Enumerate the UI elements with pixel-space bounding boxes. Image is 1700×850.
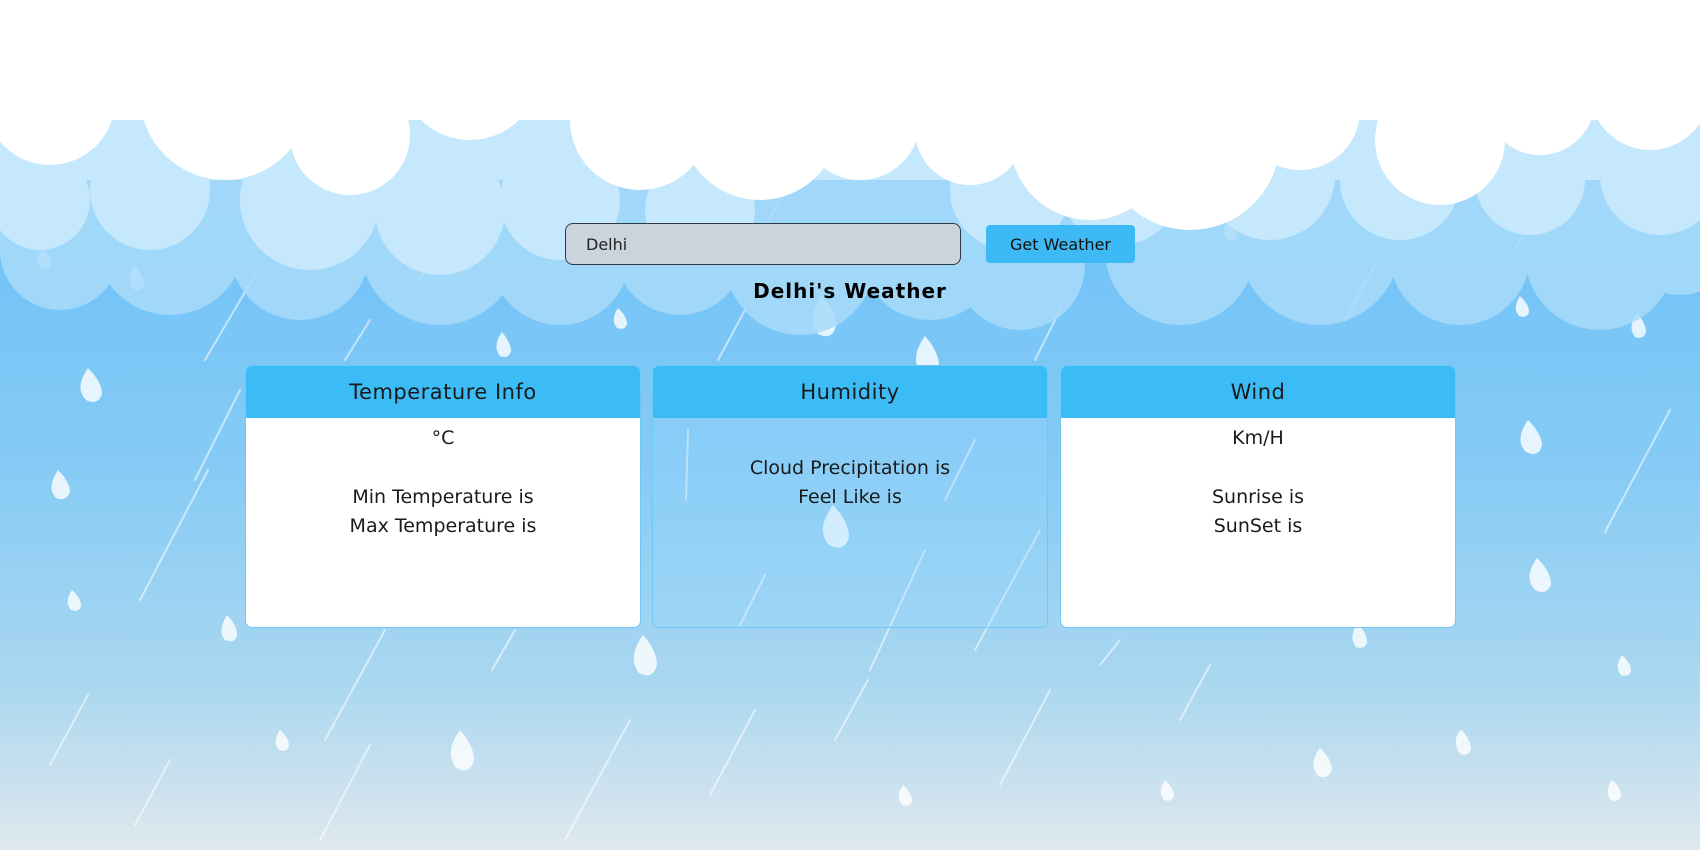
humidity-card: Humidity Cloud Precipitation is Feel Lik… — [652, 365, 1048, 628]
humidity-card-body: Cloud Precipitation is Feel Like is — [653, 424, 1047, 512]
wind-card: Wind Km/H Sunrise is SunSet is — [1060, 365, 1456, 628]
wind-card-body: Km/H Sunrise is SunSet is — [1061, 424, 1455, 541]
temperature-card-title: Temperature Info — [246, 366, 640, 418]
temperature-card-body: °C Min Temperature is Max Temperature is — [246, 424, 640, 541]
min-temperature-label: Min Temperature is — [352, 486, 534, 508]
cloud-precipitation-label: Cloud Precipitation is — [749, 457, 951, 479]
sunrise-label: Sunrise is — [1211, 486, 1305, 508]
temperature-unit: °C — [431, 427, 455, 449]
max-temperature-label: Max Temperature is — [349, 515, 537, 537]
get-weather-button[interactable]: Get Weather — [986, 225, 1135, 263]
wind-unit: Km/H — [1232, 427, 1284, 449]
weather-heading: Delhi's Weather — [753, 279, 947, 303]
sunset-label: SunSet is — [1213, 515, 1303, 537]
wind-card-title: Wind — [1061, 366, 1455, 418]
temperature-card: Temperature Info °C Min Temperature is M… — [245, 365, 641, 628]
city-search-input[interactable] — [565, 223, 961, 265]
humidity-card-title: Humidity — [653, 366, 1047, 418]
feels-like-label: Feel Like is — [798, 486, 902, 508]
